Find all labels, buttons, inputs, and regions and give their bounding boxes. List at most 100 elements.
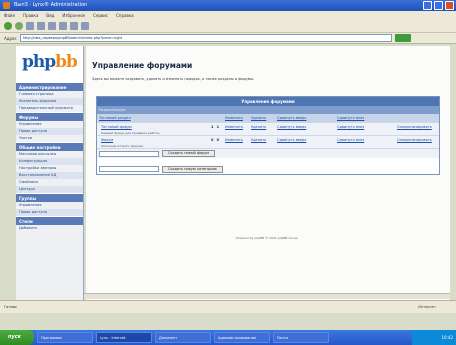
forum-move-down-link[interactable]: Сдвинуть вниз: [335, 136, 395, 148]
create-forum-button[interactable]: Создать новый форум: [162, 150, 215, 157]
forward-icon[interactable]: [15, 22, 23, 30]
category-move-up-link[interactable]: Сдвинуть вверх: [275, 114, 335, 122]
sidebar-section-styles: Стили: [16, 216, 83, 225]
sidebar-item-prune[interactable]: Чистка: [16, 135, 83, 142]
status-bar: Готово Интернет: [0, 300, 456, 313]
col-topics: [207, 106, 223, 114]
sidebar-item-restore-db[interactable]: Восстановление БД: [16, 172, 83, 179]
category-spacer: [207, 114, 223, 122]
category-delete-link[interactable]: Удалить: [249, 114, 275, 122]
sidebar-item-main[interactable]: Главная страница: [16, 91, 83, 98]
page-title: Управление форумами: [92, 61, 193, 70]
sidebar-item-censor[interactable]: Цензура: [16, 186, 83, 193]
browser-icon: [3, 2, 10, 9]
col-move-up: [275, 106, 335, 114]
table-row: Форум Описание второго форума 0 0 Измени…: [97, 135, 439, 148]
forum-description: Описание второго форума: [101, 144, 144, 148]
address-input[interactable]: http://имя_сервера/phpBB/admin/index.php…: [19, 34, 392, 42]
forum-move-down-link[interactable]: Сдвинуть вниз: [335, 123, 395, 135]
forum-sync-link[interactable]: Синхронизировать: [395, 136, 441, 148]
sidebar-section-groups: Группы: [16, 193, 83, 202]
window-controls: [423, 1, 454, 10]
sidebar-item-mass-email[interactable]: Массовая рассылка: [16, 151, 83, 158]
window-title: Вып3 · Lynx® Administration: [14, 2, 88, 8]
start-button[interactable]: пуск: [0, 330, 34, 345]
status-text: Готово: [4, 305, 17, 309]
forum-sync-link[interactable]: Синхронизировать: [395, 123, 441, 135]
main-content: Управление форумами Здесь вы можете созд…: [86, 46, 450, 300]
back-icon[interactable]: [4, 22, 12, 30]
horizontal-scrollbar[interactable]: [84, 293, 450, 299]
table-caption: Управление форумами: [97, 97, 439, 106]
forum-name-link[interactable]: Форум: [99, 136, 113, 142]
table-row: Тестовый форум Первый форум для проверки…: [97, 122, 439, 135]
system-tray-clock[interactable]: 10:42: [412, 330, 456, 345]
new-category-input[interactable]: [99, 166, 159, 172]
forum-management-table: Управление форумами Раздел/Форум Тестовы…: [96, 96, 440, 175]
col-delete: [249, 106, 275, 114]
menu-help[interactable]: Справка: [116, 11, 134, 20]
taskbar-item[interactable]: Программа: [37, 332, 93, 343]
category-sync-cell: [395, 114, 441, 122]
table-header-row: Раздел/Форум: [97, 106, 439, 114]
sidebar-item-smilies[interactable]: Смайлики: [16, 179, 83, 186]
close-button[interactable]: [445, 1, 454, 10]
category-move-down-link[interactable]: Сдвинуть вниз: [335, 114, 395, 122]
menu-favorites[interactable]: Избранное: [62, 11, 85, 20]
col-forum: Раздел/Форум: [99, 108, 126, 112]
address-label: Адрес: [4, 35, 17, 41]
sidebar-item-manage[interactable]: Управление: [16, 121, 83, 128]
desktop-gap: [0, 313, 456, 330]
go-button[interactable]: [394, 34, 411, 42]
category-row: Тестовый раздел Изменить Удалить Сдвинут…: [97, 114, 439, 122]
taskbar-item-active[interactable]: Lynx - Internet: [96, 332, 152, 343]
history-icon[interactable]: [81, 22, 89, 30]
col-move-down: [335, 106, 395, 114]
taskbar: пуск Программа Lynx - Internet Документ …: [0, 330, 456, 345]
sidebar-item-group-permissions[interactable]: Права доступа: [16, 209, 83, 216]
sidebar-item-avatars[interactable]: Настройки аватары: [16, 165, 83, 172]
maximize-button[interactable]: [434, 1, 443, 10]
refresh-icon[interactable]: [37, 22, 45, 30]
forum-edit-link[interactable]: Изменить: [223, 123, 249, 135]
forum-cell: Форум Описание второго форума: [97, 136, 207, 148]
address-bar: Адрес http://имя_сервера/phpBB/admin/ind…: [0, 33, 456, 44]
forum-move-up-link[interactable]: Сдвинуть вверх: [275, 136, 335, 148]
taskbar-item[interactable]: Администрирование: [214, 332, 270, 343]
create-forum-row: Создать новый форум: [97, 148, 439, 158]
sidebar-item-permissions[interactable]: Права доступа: [16, 128, 83, 135]
search-icon[interactable]: [59, 22, 67, 30]
menu-bar: Файл Правка Вид Избранное Сервис Справка: [0, 11, 456, 20]
powered-by: Powered by phpBB © 2001 phpBB Group: [236, 236, 298, 240]
menu-file[interactable]: Файл: [4, 11, 15, 20]
create-category-button[interactable]: Создать новую категорию: [162, 165, 223, 173]
sidebar-item-config[interactable]: Конфигурация: [16, 158, 83, 165]
home-icon[interactable]: [48, 22, 56, 30]
forum-delete-link[interactable]: Удалить: [249, 123, 275, 135]
new-forum-input[interactable]: [99, 150, 159, 157]
phpbb-logo[interactable]: phpbb: [16, 46, 83, 82]
taskbar-item[interactable]: Документ: [155, 332, 211, 343]
sidebar-item-group-manage[interactable]: Управление: [16, 202, 83, 209]
forum-move-up-link[interactable]: Сдвинуть вверх: [275, 123, 335, 135]
logo-text: phpbb: [22, 52, 78, 72]
menu-view[interactable]: Вид: [46, 11, 54, 20]
sidebar-section-admin: Администрирование: [16, 82, 83, 91]
forum-delete-link[interactable]: Удалить: [249, 136, 275, 148]
category-name[interactable]: Тестовый раздел: [97, 114, 207, 122]
category-edit-link[interactable]: Изменить: [223, 114, 249, 122]
sidebar-item-preview[interactable]: Предварительный просмотр: [16, 105, 83, 112]
menu-tools[interactable]: Сервис: [93, 11, 108, 20]
stop-icon[interactable]: [26, 22, 34, 30]
forum-edit-link[interactable]: Изменить: [223, 136, 249, 148]
taskbar-item[interactable]: Почта: [273, 332, 329, 343]
create-category-row: Создать новую категорию: [97, 164, 439, 174]
menu-edit[interactable]: Правка: [23, 11, 38, 20]
forum-name-link[interactable]: Тестовый форум: [99, 123, 132, 129]
favorites-icon[interactable]: [70, 22, 78, 30]
col-sync: [395, 106, 441, 114]
sidebar-item-forum-index[interactable]: Указатель форумов: [16, 98, 83, 105]
minimize-button[interactable]: [423, 1, 432, 10]
forum-description: Первый форум для проверки работы: [101, 131, 160, 135]
sidebar-item-style-add[interactable]: Добавить: [16, 225, 83, 232]
